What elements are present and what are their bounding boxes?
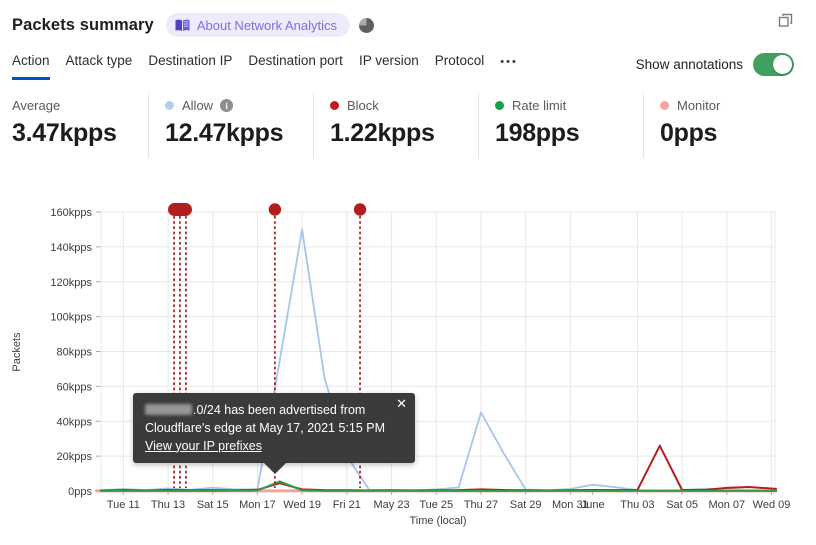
stat-block-label: Block — [347, 98, 379, 113]
annotation-tooltip: ✕ .0/24 has been advertised from Cloudfl… — [133, 393, 415, 475]
x-tick-label: Wed 09 — [753, 499, 791, 511]
stat-rate-limit-label: Rate limit — [512, 98, 567, 113]
y-tick-label: 60kpps — [57, 381, 93, 393]
stat-average: Average 3.47kpps — [0, 93, 148, 158]
badge-label: About Network Analytics — [196, 17, 338, 33]
y-tick-label: 100kpps — [50, 312, 92, 324]
packets-time-series-chart: 0pps 20kpps 40kpps 60kpps 80kpps 100kpps 120kp… — [0, 190, 816, 545]
header: Packets summary About Network Analytics — [0, 0, 816, 37]
view-ip-prefixes-link[interactable]: View your IP prefixes — [145, 439, 262, 453]
more-tabs-ellipsis-icon[interactable]: ••• — [500, 53, 518, 80]
stat-average-value: 3.47kpps — [12, 119, 117, 147]
stat-allow: Allow i 12.47kpps — [148, 93, 313, 158]
stat-monitor-value: 0pps — [660, 119, 718, 147]
x-tick-label: Wed 19 — [283, 499, 321, 511]
popout-copy-icon[interactable] — [777, 12, 794, 34]
x-tick-label: Thu 03 — [620, 499, 654, 511]
stat-allow-label: Allow — [182, 98, 214, 113]
x-tick-label: May 23 — [374, 499, 410, 511]
y-tick-label: 80kpps — [57, 347, 93, 359]
stat-allow-value: 12.47kpps — [165, 119, 284, 147]
x-tick-label: Sat 29 — [510, 499, 542, 511]
tab-bar: Action Attack type Destination IP Destin… — [0, 37, 816, 80]
tabs: Action Attack type Destination IP Destin… — [12, 53, 518, 80]
tab-protocol[interactable]: Protocol — [435, 53, 485, 80]
toggle-knob — [773, 55, 792, 74]
tooltip-close-icon[interactable]: ✕ — [396, 397, 407, 410]
x-tick-label: Mon 07 — [708, 499, 745, 511]
about-network-analytics-badge[interactable]: About Network Analytics — [165, 13, 351, 37]
rate-limit-legend-dot — [495, 101, 504, 110]
y-tick-label: 140kpps — [50, 242, 92, 254]
book-icon — [175, 19, 190, 31]
packets-chart: 0pps 20kpps 40kpps 60kpps 80kpps 100kpps 120kp… — [11, 203, 791, 527]
show-annotations-label: Show annotations — [635, 57, 743, 72]
y-tick-label: 160kpps — [50, 207, 92, 219]
stat-rate-limit: Rate limit 198pps — [478, 93, 643, 158]
annotation-pill-cap — [168, 203, 193, 216]
stat-monitor-label: Monitor — [677, 98, 721, 113]
y-tick-label: 0pps — [68, 486, 92, 498]
block-legend-dot — [330, 101, 339, 110]
monitor-legend-dot — [660, 101, 669, 110]
y-tick-label: 120kpps — [50, 277, 92, 289]
y-tick-label: 20kpps — [57, 451, 93, 463]
info-icon[interactable]: i — [220, 99, 234, 112]
x-tick-label: Sat 15 — [197, 499, 229, 511]
x-tick-label: June — [581, 499, 605, 511]
stat-block: Block 1.22kpps — [313, 93, 478, 158]
x-tick-label: Mon 17 — [239, 499, 276, 511]
tooltip-text: .0/24 has been advertised from Cloudflar… — [145, 403, 386, 435]
x-tick-label: Thu 27 — [464, 499, 498, 511]
tab-destination-ip[interactable]: Destination IP — [148, 53, 232, 80]
allow-legend-dot — [165, 101, 174, 110]
tab-action[interactable]: Action — [12, 53, 50, 80]
stat-average-label: Average — [12, 98, 61, 113]
y-axis-title: Packets — [11, 332, 23, 372]
x-tick-label: Fri 21 — [333, 499, 361, 511]
stat-monitor: Monitor 0pps — [643, 93, 805, 158]
annotation-dot-cap — [268, 203, 282, 216]
x-tick-label: Tue 11 — [107, 499, 140, 511]
x-axis-title: Time (local) — [409, 515, 466, 527]
usage-pie-icon[interactable] — [359, 17, 375, 33]
annotation-dot-cap — [353, 203, 367, 216]
x-tick-label: Sat 05 — [666, 499, 698, 511]
stats-row: Average 3.47kpps Allow i 12.47kpps Block… — [0, 93, 816, 158]
stat-rate-limit-value: 198pps — [495, 119, 580, 147]
stat-block-value: 1.22kpps — [330, 119, 435, 147]
tab-destination-port[interactable]: Destination port — [248, 53, 343, 80]
network-analytics-panel: Packets summary About Network Analytics … — [0, 0, 816, 545]
page-title: Packets summary — [12, 15, 154, 34]
tab-attack-type[interactable]: Attack type — [66, 53, 133, 80]
x-tick-label: Tue 25 — [419, 499, 453, 511]
show-annotations-toggle[interactable] — [753, 53, 794, 76]
tab-ip-version[interactable]: IP version — [359, 53, 419, 80]
redacted-ip-prefix — [145, 404, 192, 415]
show-annotations-control: Show annotations — [636, 53, 794, 76]
x-tick-label: Thu 13 — [151, 499, 185, 511]
y-tick-label: 40kpps — [57, 416, 93, 428]
